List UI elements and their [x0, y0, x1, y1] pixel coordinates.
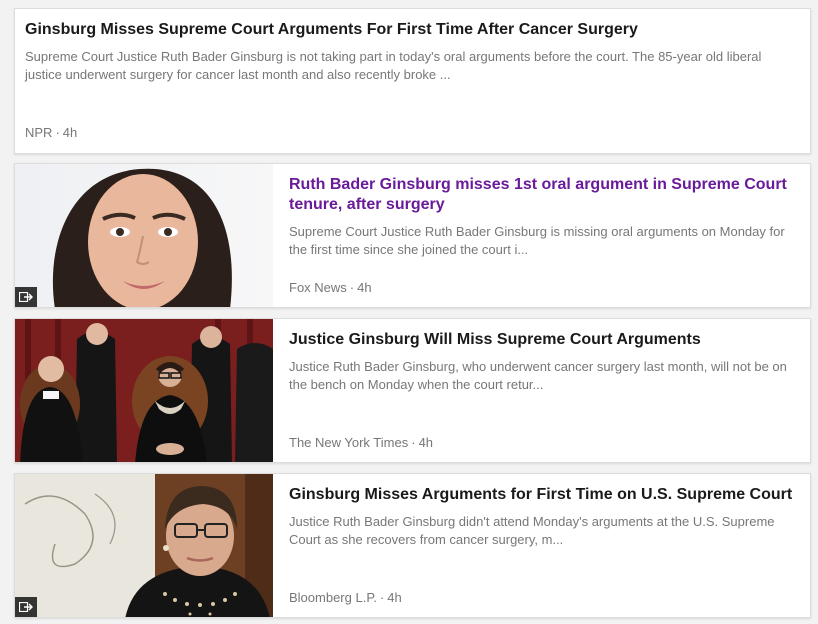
woman-portrait-image	[15, 164, 273, 307]
news-card[interactable]: Ruth Bader Ginsburg misses 1st oral argu…	[14, 163, 811, 308]
news-card-meta: NPR · 4h	[25, 125, 77, 140]
external-link-icon[interactable]	[15, 597, 37, 617]
news-card[interactable]: Ginsburg Misses Arguments for First Time…	[14, 473, 811, 618]
news-thumbnail[interactable]	[15, 319, 273, 462]
ruth-bader-ginsburg-portrait-image	[15, 474, 273, 617]
news-card-snippet: Justice Ruth Bader Ginsburg, who underwe…	[289, 359, 787, 392]
news-thumbnail[interactable]	[15, 164, 273, 307]
news-card-title-link[interactable]: Ginsburg Misses Arguments for First Time…	[289, 485, 796, 505]
news-age: 4h	[387, 590, 402, 605]
meta-separator: ·	[55, 125, 60, 140]
news-age: 4h	[357, 280, 372, 295]
news-card-text: Ginsburg Misses Supreme Court Arguments …	[15, 9, 810, 153]
news-source: Fox News	[289, 280, 347, 295]
news-card-title-link[interactable]: Ginsburg Misses Supreme Court Arguments …	[25, 20, 796, 40]
meta-separator: ·	[411, 435, 416, 450]
news-source: NPR	[25, 125, 53, 140]
news-card-snippet: Supreme Court Justice Ruth Bader Ginsbur…	[289, 224, 785, 257]
news-card-title-link[interactable]: Ruth Bader Ginsburg misses 1st oral argu…	[289, 175, 796, 215]
news-card-snippet: Supreme Court Justice Ruth Bader Ginsbur…	[25, 49, 762, 82]
meta-separator: ·	[379, 590, 385, 605]
news-source: The New York Times	[289, 435, 409, 450]
news-card-meta: Bloomberg L.P. · 4h	[289, 590, 402, 605]
news-card-title-link[interactable]: Justice Ginsburg Will Miss Supreme Court…	[289, 330, 796, 350]
news-card[interactable]: Justice Ginsburg Will Miss Supreme Court…	[14, 318, 811, 463]
news-card-text: Ruth Bader Ginsburg misses 1st oral argu…	[273, 164, 810, 307]
supreme-court-justices-image	[15, 319, 273, 462]
news-card[interactable]: Ginsburg Misses Supreme Court Arguments …	[14, 8, 811, 154]
news-thumbnail[interactable]	[15, 474, 273, 617]
news-age: 4h	[418, 435, 434, 450]
news-card-text: Ginsburg Misses Arguments for First Time…	[273, 474, 810, 617]
news-card-meta: Fox News · 4h	[289, 280, 372, 295]
news-source: Bloomberg L.P.	[289, 590, 377, 605]
external-link-icon[interactable]	[15, 287, 37, 307]
news-card-text: Justice Ginsburg Will Miss Supreme Court…	[273, 319, 810, 462]
meta-separator: ·	[349, 280, 355, 295]
news-card-meta: The New York Times · 4h	[289, 435, 433, 450]
news-card-snippet: Justice Ruth Bader Ginsburg didn't atten…	[289, 514, 775, 547]
news-age: 4h	[62, 125, 78, 140]
